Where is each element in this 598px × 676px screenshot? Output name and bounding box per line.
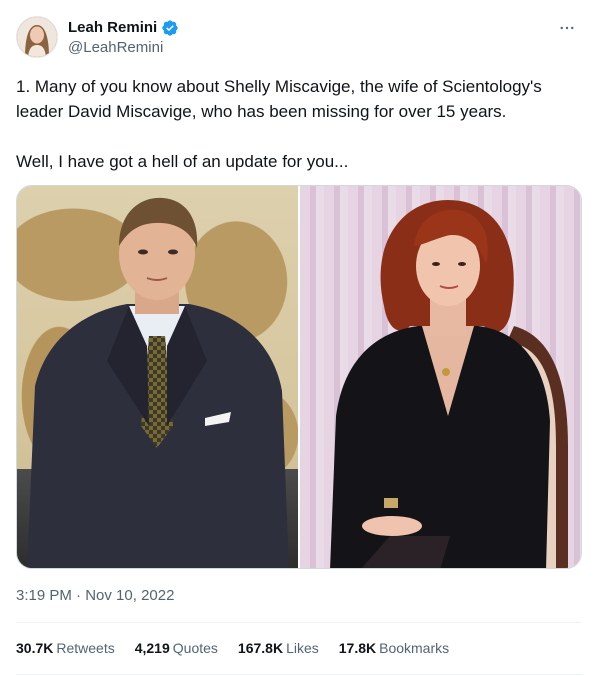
stat-bookmarks[interactable]: 17.8K Bookmarks	[339, 638, 449, 658]
photo-man-in-suit[interactable]	[17, 186, 298, 568]
likes-label: Likes	[286, 640, 319, 656]
likes-count: 167.8K	[237, 640, 284, 656]
more-options-button[interactable]	[552, 16, 582, 40]
stat-likes[interactable]: 167.8K Likes	[238, 638, 319, 658]
more-horizontal-icon	[560, 26, 574, 30]
divider	[16, 674, 582, 675]
verified-badge-icon[interactable]	[161, 19, 179, 37]
tweet-timestamp[interactable]: 3:19 PM · Nov 10, 2022	[16, 586, 174, 606]
tweet-media	[16, 185, 582, 569]
tweet-card: Leah Remini @LeahRemini 1. Many of you k…	[0, 0, 598, 676]
stat-quotes[interactable]: 4,219 Quotes	[135, 638, 218, 658]
tweet-header: Leah Remini @LeahRemini	[16, 16, 582, 60]
photo-woman-in-black-dress[interactable]	[300, 186, 581, 568]
bookmarks-count: 17.8K	[338, 640, 377, 656]
engagement-stats: 30.7K Retweets 4,219 Quotes 167.8K Likes 17…	[16, 638, 449, 658]
retweets-count: 30.7K	[16, 640, 54, 656]
divider	[16, 622, 582, 623]
bookmarks-label: Bookmarks	[379, 640, 450, 656]
timestamp-separator: ·	[76, 587, 82, 604]
display-name[interactable]: Leah Remini	[68, 18, 157, 38]
quotes-label: Quotes	[172, 640, 218, 656]
woman-in-black-illustration	[330, 200, 568, 568]
avatar-photo-icon	[17, 17, 57, 57]
timestamp-time: 3:19 PM	[16, 587, 72, 604]
retweets-label: Retweets	[56, 640, 115, 656]
display-name-row: Leah Remini	[68, 18, 179, 38]
avatar[interactable]	[16, 16, 58, 58]
stat-retweets[interactable]: 30.7K Retweets	[16, 638, 115, 658]
timestamp-date: Nov 10, 2022	[85, 587, 175, 604]
author-handle[interactable]: @LeahRemini	[68, 38, 179, 58]
author-names: Leah Remini @LeahRemini	[68, 18, 179, 58]
man-in-suit-illustration	[27, 197, 289, 568]
quotes-count: 4,219	[134, 640, 170, 656]
tweet-text: 1. Many of you know about Shelly Miscavi…	[16, 77, 542, 171]
